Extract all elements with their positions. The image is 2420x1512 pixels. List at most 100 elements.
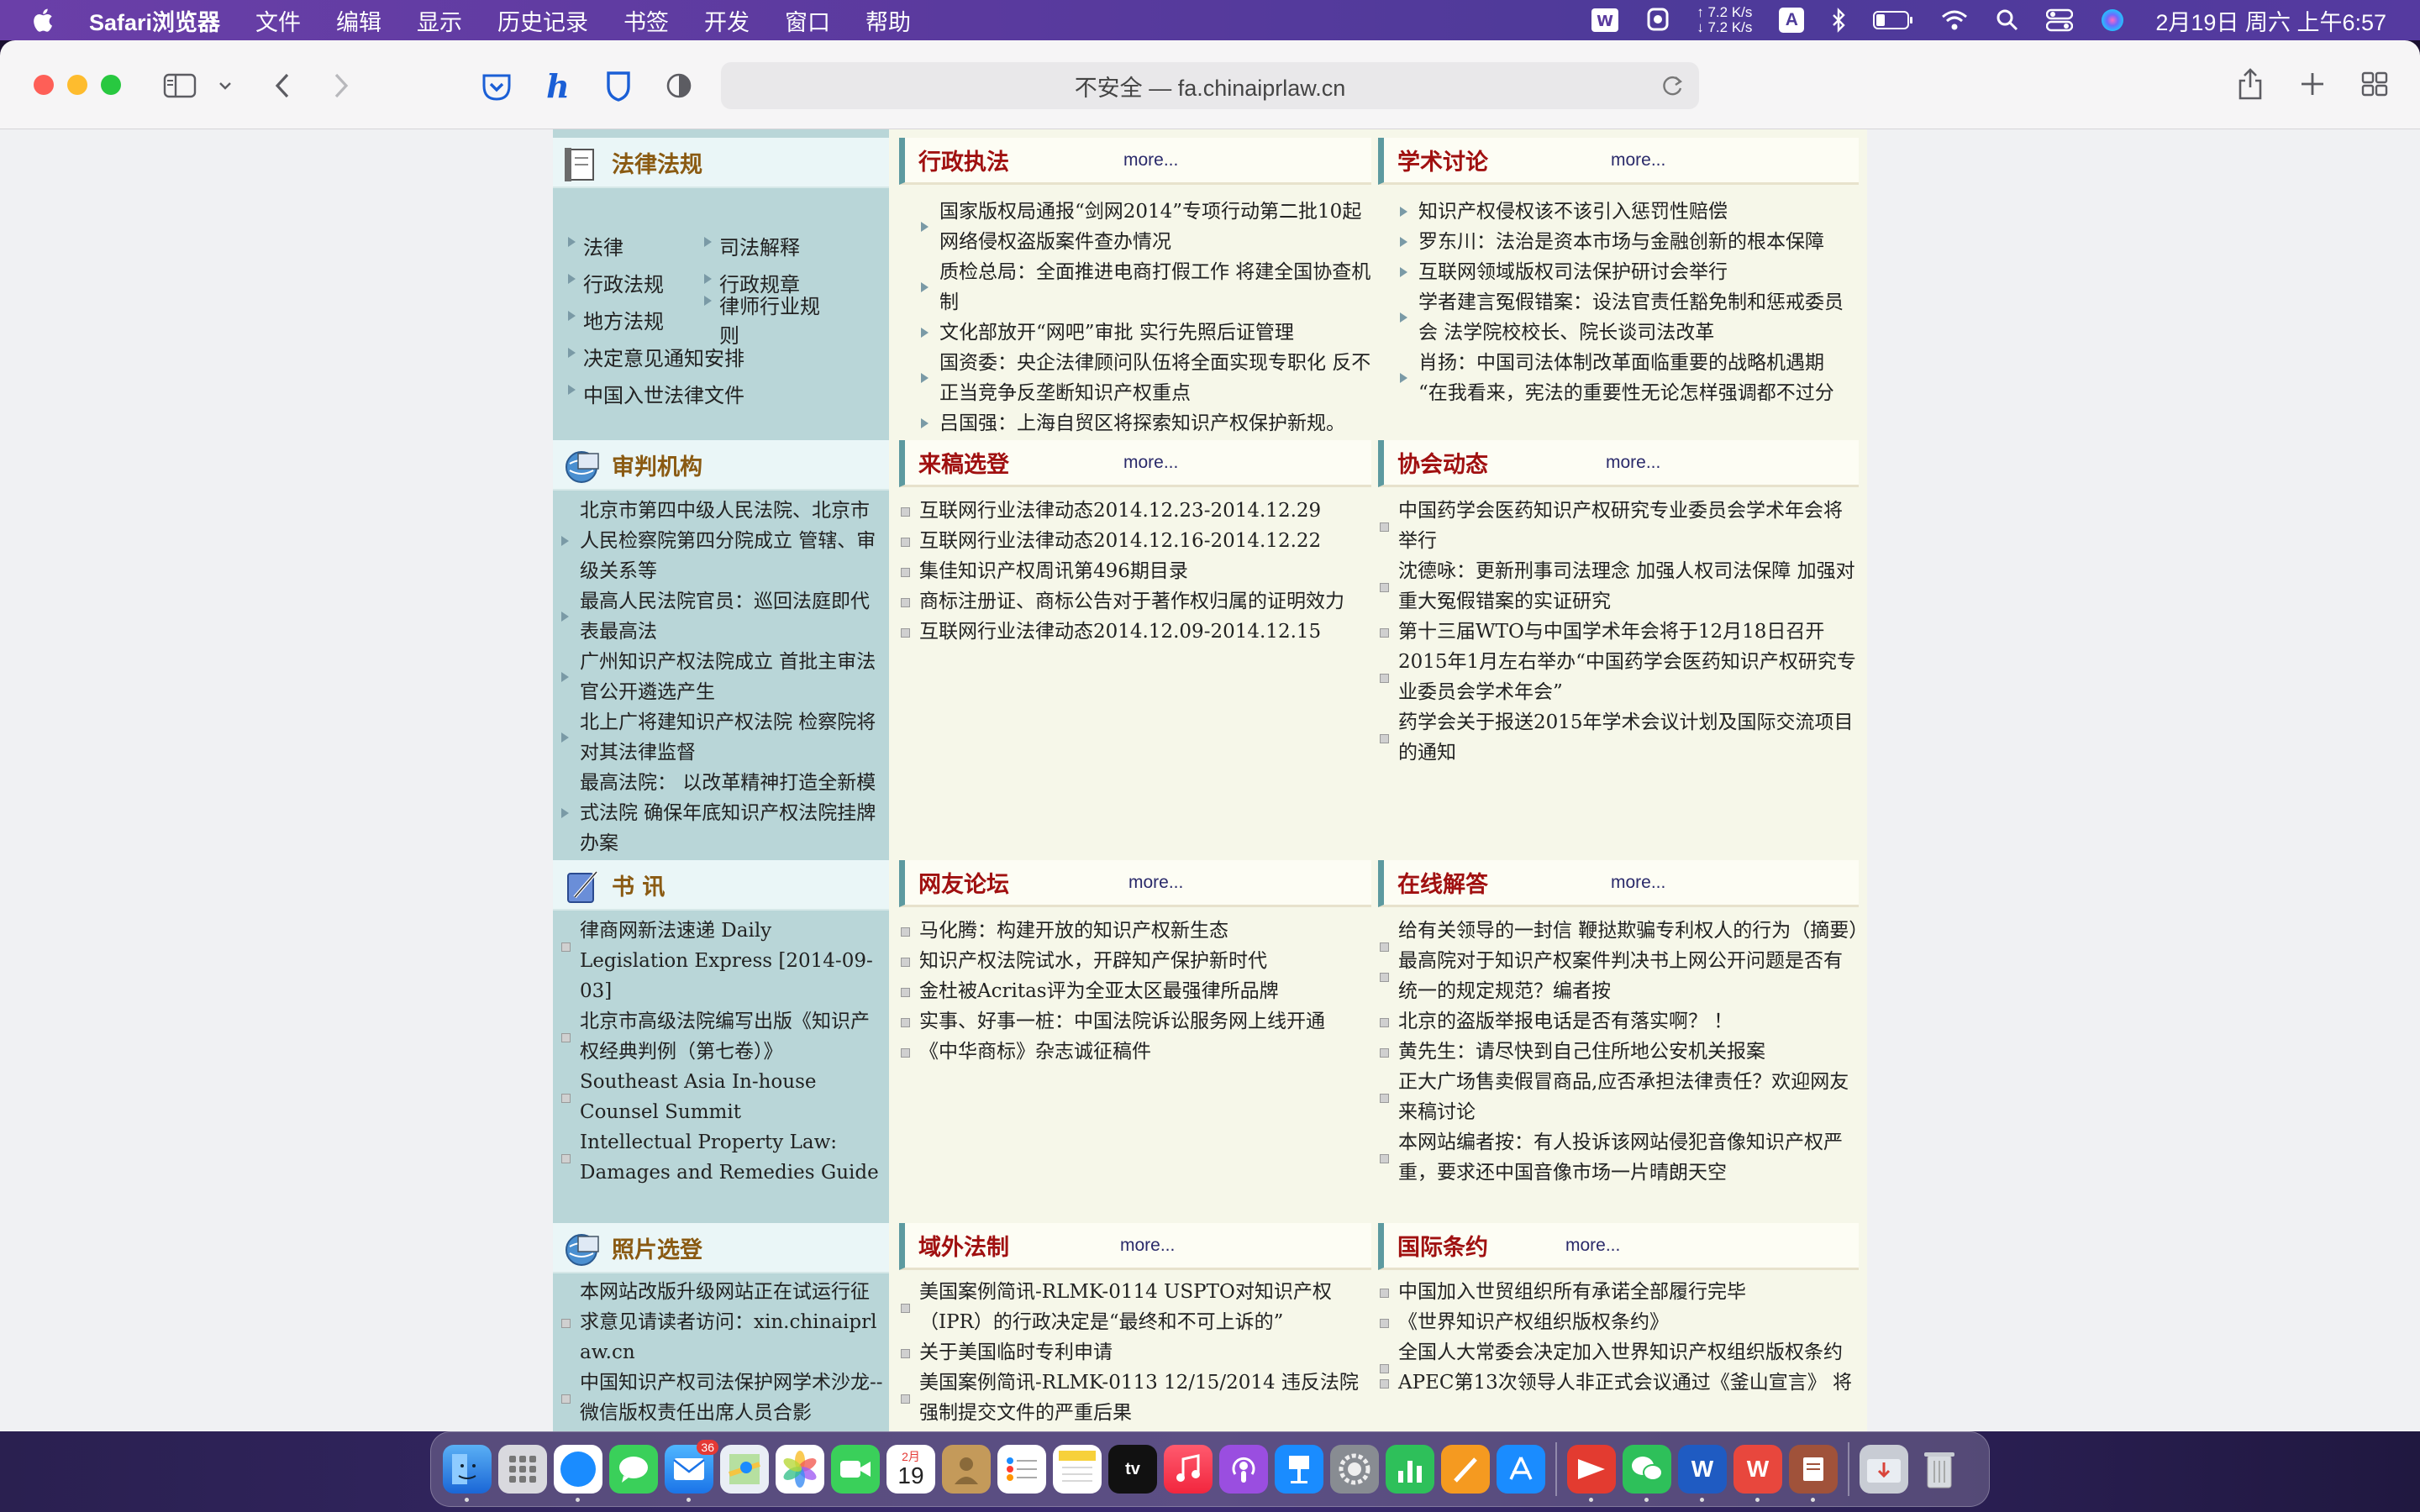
keynote-icon[interactable] [1275,1445,1323,1494]
word-icon[interactable]: W [1678,1445,1727,1502]
wps-icon[interactable]: W [1591,8,1619,33]
list-item[interactable]: 国资委：央企法律顾问队伍将全面实现专职化 反不正当竞争反垄断知识产权重点 [919,348,1373,408]
treaty-more-link[interactable]: more... [1565,1236,1620,1256]
list-item[interactable]: 药学会关于报送2015年学术会议计划及国际交流项目的通知 [1378,707,1860,768]
list-item[interactable]: 吕国强：上海自贸区将探索知识产权保护新规。 [919,408,1373,438]
list-item[interactable]: 本网站改版升级网站正在试运行征求意见请读者访问：xin.chinaiprlaw.… [560,1277,884,1368]
section-title-academic[interactable]: 学术讨论 more... [1378,138,1859,185]
section-title-submit[interactable]: 来稿选登 more... [899,440,1371,487]
podcasts-icon[interactable] [1219,1445,1268,1494]
messages-icon[interactable] [609,1445,658,1494]
pdf-reader-icon[interactable] [1567,1445,1616,1502]
photos-icon[interactable] [776,1445,824,1494]
list-item[interactable]: Southeast Asia In-house Counsel Summit [560,1067,884,1127]
list-item[interactable]: 国家版权局通报“剑网2014”专项行动第二批10起网络侵权盗版案件查办情况 [919,197,1373,257]
reload-icon[interactable] [1662,74,1684,103]
siri-icon[interactable] [2100,8,2125,33]
trash-icon[interactable] [1915,1445,1964,1494]
section-title-court[interactable]: 审判机构 [553,440,889,491]
list-item[interactable]: 《世界知识产权组织版权条约》 [1378,1307,1860,1337]
list-item[interactable]: 文化部放开“网吧”审批 实行先照后证管理 [919,318,1373,348]
law-link-lawyer-rules[interactable]: 律师行业规则 [702,290,839,349]
forum-more-link[interactable]: more... [1128,873,1183,893]
maps-icon[interactable] [720,1445,769,1494]
window-close-button[interactable] [34,75,54,95]
list-item[interactable]: 中国加入世贸组织所有承诺全部履行完毕 [1378,1277,1860,1307]
list-item[interactable]: 商标注册证、商标公告对于著作权归属的证明效力 [899,586,1373,617]
menu-edit[interactable]: 编辑 [318,4,399,37]
list-item[interactable]: 互联网行业法律动态2014.12.09-2014.12.15 [899,617,1373,647]
facetime-icon[interactable] [831,1445,880,1494]
section-title-forum[interactable]: 网友论坛 more... [899,860,1371,907]
academic-more-link[interactable]: more... [1611,150,1665,171]
wifi-icon[interactable] [1940,9,1969,31]
list-item[interactable]: 互联网领域版权司法保护研讨会举行 [1398,257,1859,287]
list-item[interactable]: 律商网新法速递 Daily Legislation Express [2014-… [560,916,884,1006]
list-item[interactable]: 最高法院： 以改革精神打造全新模式法院 确保年底知识产权法院挂牌办案 [560,768,884,858]
list-item[interactable]: 正大广场售卖假冒商品,应否承担法律责任？欢迎网友来稿讨论 [1378,1067,1860,1127]
menu-window[interactable]: 窗口 [767,4,848,37]
menu-clock[interactable]: 2月19日 周六 上午6:57 [2155,4,2386,37]
back-button[interactable] [267,71,297,101]
list-item[interactable]: APEC第13次领导人非正式会议通过《釜山宣言》 将 [1378,1368,1860,1398]
shield-icon[interactable] [603,69,634,102]
list-item[interactable]: 罗东川：法治是资本市场与金融创新的根本保障 [1398,227,1859,257]
list-item[interactable]: 美国案例简讯-RLMK-0113 12/15/2014 违反法院强制提交文件的严… [899,1368,1373,1428]
law-link-wto-docs[interactable]: 中国入世法律文件 [566,379,852,408]
system-preferences-icon[interactable] [1330,1445,1379,1494]
list-item[interactable]: 最高院对于知识产权案件判决书上网公开问题是否有统一的规定规范？编者按 [1378,946,1860,1006]
law-link-local[interactable]: 地方法规 [566,305,702,334]
list-item[interactable]: 最高人民法院官员：巡回法庭即代表最高法 [560,586,884,647]
control-center-icon[interactable] [2046,8,2074,32]
window-zoom-button[interactable] [101,75,121,95]
menu-view[interactable]: 显示 [399,4,480,37]
admin-more-link[interactable]: more... [1123,150,1178,171]
list-item[interactable]: 全国人大常委会决定加入世界知识产权组织版权条约 [1378,1337,1860,1373]
new-tab-button[interactable] [2297,69,2328,99]
section-title-law[interactable]: 法律法规 [553,138,889,188]
numbers-icon[interactable] [1386,1445,1434,1494]
app-store-icon[interactable] [1497,1445,1545,1494]
law-link-judicial[interactable]: 司法解释 [702,231,839,260]
chevron-down-icon[interactable] [217,76,234,96]
law-link-decisions[interactable]: 决定意见通知安排 [566,342,852,371]
list-item[interactable]: 第十三届WTO与中国学术年会将于12月18日召开 [1378,617,1860,647]
battery-icon[interactable] [1873,10,1913,30]
list-item[interactable]: 2015年1月左右举办“中国药学会医药知识产权研究专业委员会学术年会” [1378,647,1860,707]
finder-icon[interactable] [443,1445,492,1502]
dark-mode-icon[interactable] [664,71,694,101]
wps-office-icon[interactable]: W [1733,1445,1782,1502]
list-item[interactable]: 互联网行业法律动态2014.12.23-2014.12.29 [899,496,1373,526]
pages-icon[interactable] [1441,1445,1490,1494]
answer-more-link[interactable]: more... [1611,873,1665,893]
list-item[interactable]: 北京市高级法院编写出版《知识产权经典判例（第七卷）》 [560,1006,884,1067]
menu-bookmarks[interactable]: 书签 [606,4,687,37]
list-item[interactable]: 北上广将建知识产权法院 检察院将对其法律监督 [560,707,884,768]
input-method-icon[interactable]: A [1779,8,1805,33]
reminders-icon[interactable] [997,1445,1046,1494]
list-item[interactable]: 广州知识产权法院成立 首批主审法官公开遴选产生 [560,647,884,707]
section-title-books[interactable]: 书 讯 [553,860,889,911]
calendar-icon[interactable]: 2月 19 [886,1445,935,1494]
window-minimize-button[interactable] [67,75,87,95]
list-item[interactable]: 本网站编者按：有人投诉该网站侵犯音像知识产权严重，要求还中国音像市场一片晴朗天空 [1378,1127,1860,1188]
list-item[interactable]: 中国知识产权司法保护网学术沙龙--微信版权责任出席人员合影 [560,1368,884,1428]
safari-icon[interactable] [554,1445,602,1502]
assoc-more-link[interactable]: more... [1606,453,1660,473]
section-title-photos[interactable]: 照片选登 [553,1223,889,1273]
submit-more-link[interactable]: more... [1123,453,1178,473]
forward-button[interactable] [326,71,356,101]
list-item[interactable]: 沈德咏：更新刑事司法理念 加强人权司法保障 加强对重大冤假错案的实证研究 [1378,556,1860,617]
menu-file[interactable]: 文件 [238,4,318,37]
list-item[interactable]: 学者建言冤假错案：设法官责任豁免制和惩戒委员会 法学院校校长、院长谈司法改革 [1398,287,1859,348]
section-title-assoc[interactable]: 协会动态 more... [1378,440,1859,487]
menu-help[interactable]: 帮助 [848,4,929,37]
status-app-icon[interactable] [1646,8,1670,33]
list-item[interactable]: 实事、好事一桩：中国法院诉讼服务网上线开通 [899,1006,1373,1037]
share-icon[interactable] [2235,66,2265,102]
address-bar[interactable]: 不安全 — fa.chinaiprlaw.cn [721,62,1699,109]
law-link-admin-regs[interactable]: 行政法规 [566,268,702,297]
list-item[interactable]: 质检总局：全面推进电商打假工作 将建全国协查机制 [919,257,1373,318]
section-title-answer[interactable]: 在线解答 more... [1378,860,1859,907]
list-item[interactable]: 《中华商标》杂志诚征稿件 [899,1037,1373,1067]
